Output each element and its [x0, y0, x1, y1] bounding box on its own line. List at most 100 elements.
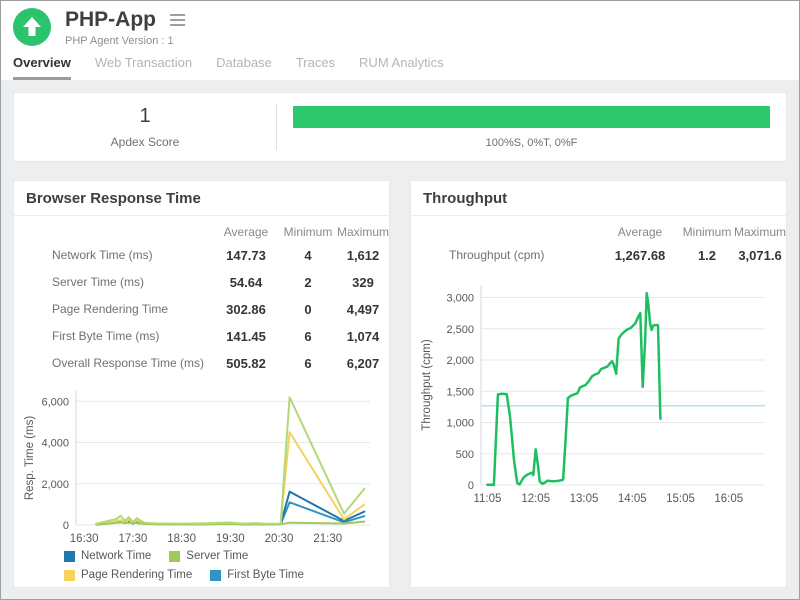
column-header-maximum: Maximum: [337, 222, 389, 242]
svg-text:20:30: 20:30: [265, 533, 294, 543]
metric-label: Overall Response Time (ms): [26, 350, 213, 377]
svg-text:11:05: 11:05: [473, 493, 501, 505]
app-status-icon: [13, 8, 51, 46]
throughput-panel: Throughput Average Minimum Maximum Throu…: [410, 180, 787, 588]
svg-text:16:05: 16:05: [714, 493, 743, 505]
metric-average: 505.82: [213, 350, 279, 377]
apdex-score-value: 1: [14, 105, 276, 128]
apdex-score-label: Apdex Score: [14, 135, 276, 149]
metric-minimum: 4: [279, 242, 337, 269]
legend-item-page-rendering-time[interactable]: Page Rendering Time: [64, 569, 192, 581]
svg-text:15:05: 15:05: [666, 493, 695, 505]
svg-text:500: 500: [456, 449, 474, 461]
metric-average: 1,267.68: [600, 242, 680, 269]
svg-text:17:30: 17:30: [118, 533, 147, 543]
legend-label: First Byte Time: [227, 569, 304, 581]
column-header-average: Average: [600, 222, 680, 242]
svg-text:14:05: 14:05: [618, 493, 647, 505]
metric-minimum: 1.2: [680, 242, 734, 269]
legend-swatch-icon: [64, 570, 75, 581]
metric-maximum: 1,612: [337, 242, 389, 269]
tab-database[interactable]: Database: [216, 55, 272, 80]
browser-response-time-panel: Browser Response Time Average Minimum Ma…: [13, 180, 390, 588]
metric-minimum: 0: [279, 296, 337, 323]
agent-version-label: PHP Agent Version : 1: [65, 35, 187, 47]
metric-average: 54.64: [213, 269, 279, 296]
metric-maximum: 4,497: [337, 296, 389, 323]
svg-text:16:30: 16:30: [70, 533, 99, 543]
app-window: PHP-App PHP Agent Version : 1 Overview W…: [0, 0, 800, 600]
browser-response-time-chart[interactable]: 0 2,000 4,000 6,000 16:30 17:30 18:30 19:30 20:3…: [20, 381, 380, 543]
svg-text:21:30: 21:30: [313, 533, 342, 543]
table-row: Overall Response Time (ms) 505.82 6 6,20…: [26, 350, 389, 377]
tab-rum-analytics[interactable]: RUM Analytics: [359, 55, 444, 80]
svg-text:Throughput (cpm): Throughput (cpm): [421, 339, 433, 431]
metric-label: Page Rendering Time: [26, 296, 213, 323]
svg-text:13:05: 13:05: [570, 493, 599, 505]
svg-text:2,000: 2,000: [446, 355, 474, 367]
column-header-maximum: Maximum: [734, 222, 786, 242]
panel-title-throughput: Throughput: [411, 181, 786, 216]
tab-web-transaction[interactable]: Web Transaction: [95, 55, 192, 80]
metric-average: 147.73: [213, 242, 279, 269]
legend-item-server-time[interactable]: Server Time: [169, 550, 248, 562]
svg-text:18:30: 18:30: [167, 533, 196, 543]
svg-text:3,000: 3,000: [446, 293, 474, 305]
tab-traces[interactable]: Traces: [296, 55, 335, 80]
legend-swatch-icon: [210, 570, 221, 581]
apdex-breakdown-label: 100%S, 0%T, 0%F: [293, 137, 770, 149]
menu-icon[interactable]: [168, 12, 187, 28]
header: PHP-App PHP Agent Version : 1: [1, 1, 799, 47]
svg-text:4,000: 4,000: [41, 438, 69, 450]
table-row: Network Time (ms) 147.73 4 1,612: [26, 242, 389, 269]
metric-minimum: 6: [279, 323, 337, 350]
metric-maximum: 3,071.6: [734, 242, 786, 269]
metric-label: First Byte Time (ms): [26, 323, 213, 350]
legend-label: Page Rendering Time: [81, 569, 192, 581]
table-row: Server Time (ms) 54.64 2 329: [26, 269, 389, 296]
metric-label: Network Time (ms): [26, 242, 213, 269]
svg-text:1,500: 1,500: [446, 386, 474, 398]
legend-swatch-icon: [169, 551, 180, 562]
main-content: 1 Apdex Score 100%S, 0%T, 0%F Browser Re…: [1, 80, 799, 588]
svg-text:2,000: 2,000: [41, 479, 69, 491]
metric-average: 302.86: [213, 296, 279, 323]
metrics-header-row: Average Minimum Maximum: [26, 222, 389, 242]
tab-bar: Overview Web Transaction Database Traces…: [1, 47, 799, 80]
apdex-satisfaction-bar: [293, 106, 770, 128]
throughput-chart[interactable]: 0 500 1,000 1,500 2,000 2,500 3,000 11:05 12:05 1…: [417, 273, 777, 513]
page-title: PHP-App: [65, 8, 156, 32]
metric-maximum: 6,207: [337, 350, 389, 377]
apdex-card: 1 Apdex Score 100%S, 0%T, 0%F: [13, 92, 787, 162]
table-row: Page Rendering Time 302.86 0 4,497: [26, 296, 389, 323]
legend-label: Network Time: [81, 550, 151, 562]
metric-label: Server Time (ms): [26, 269, 213, 296]
metric-minimum: 2: [279, 269, 337, 296]
chart-legend: Network Time Server Time Page Rendering …: [14, 543, 389, 587]
table-row: Throughput (cpm) 1,267.68 1.2 3,071.6: [423, 242, 786, 269]
svg-text:1,000: 1,000: [446, 418, 474, 430]
svg-text:12:05: 12:05: [521, 493, 550, 505]
metric-label: Throughput (cpm): [423, 242, 600, 269]
svg-text:2,500: 2,500: [446, 324, 474, 336]
panel-title-browser-response-time: Browser Response Time: [14, 181, 389, 216]
metric-maximum: 329: [337, 269, 389, 296]
column-header-minimum: Minimum: [680, 222, 734, 242]
svg-text:0: 0: [468, 480, 474, 492]
legend-swatch-icon: [64, 551, 75, 562]
svg-text:6,000: 6,000: [41, 396, 69, 408]
svg-text:Resp. Time (ms): Resp. Time (ms): [24, 416, 36, 501]
legend-item-network-time[interactable]: Network Time: [64, 550, 151, 562]
metric-average: 141.45: [213, 323, 279, 350]
svg-text:0: 0: [63, 520, 69, 532]
column-header-minimum: Minimum: [279, 222, 337, 242]
metric-minimum: 6: [279, 350, 337, 377]
metric-maximum: 1,074: [337, 323, 389, 350]
legend-item-first-byte-time[interactable]: First Byte Time: [210, 569, 304, 581]
column-header-average: Average: [213, 222, 279, 242]
table-row: First Byte Time (ms) 141.45 6 1,074: [26, 323, 389, 350]
tab-overview[interactable]: Overview: [13, 55, 71, 80]
svg-text:19:30: 19:30: [216, 533, 245, 543]
metrics-header-row: Average Minimum Maximum: [423, 222, 786, 242]
legend-label: Server Time: [186, 550, 248, 562]
